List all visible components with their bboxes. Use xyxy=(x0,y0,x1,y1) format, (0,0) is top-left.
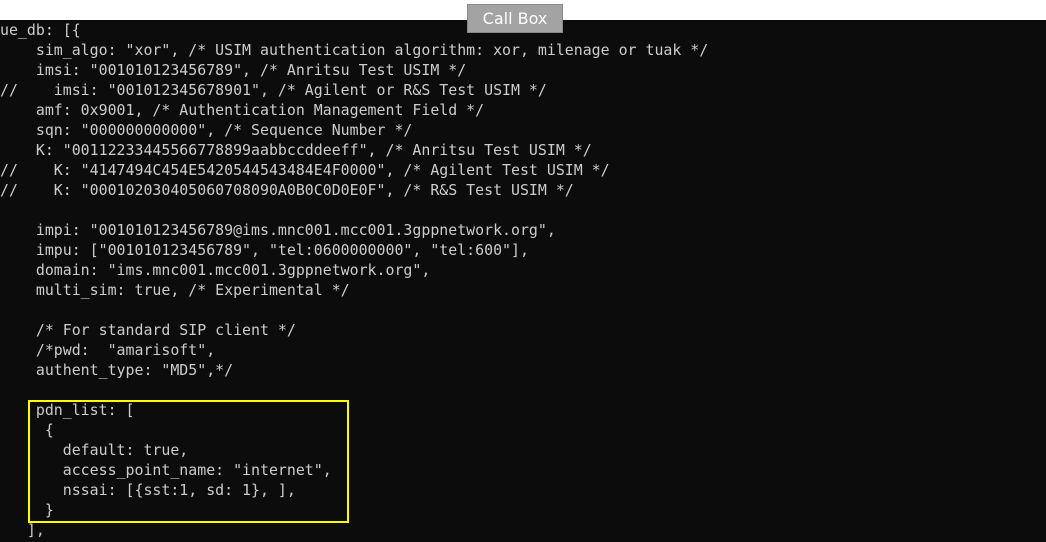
code-line: ], xyxy=(0,521,45,539)
code-line: impi: "001010123456789@ims.mnc001.mcc001… xyxy=(0,221,556,239)
code-line: /* For standard SIP client */ xyxy=(0,321,296,339)
code-line: ue_db: [{ xyxy=(0,21,81,39)
code-line: // K: "000102030405060708090A0B0C0D0E0F"… xyxy=(0,181,574,199)
code-line: pdn_list: [ xyxy=(0,401,135,419)
code-line: nssai: [{sst:1, sd: 1}, ], xyxy=(0,481,296,499)
code-line: amf: 0x9001, /* Authentication Managemen… xyxy=(0,101,485,119)
code-line: multi_sim: true, /* Experimental */ xyxy=(0,281,350,299)
call-box-button[interactable]: Call Box xyxy=(467,4,563,33)
code-line: access_point_name: "internet", xyxy=(0,461,332,479)
code-line: domain: "ims.mnc001.mcc001.3gppnetwork.o… xyxy=(0,261,431,279)
code-line: imsi: "001010123456789", /* Anritsu Test… xyxy=(0,61,467,79)
code-line: sqn: "000000000000", /* Sequence Number … xyxy=(0,121,413,139)
code-line: } xyxy=(0,501,54,519)
code-line: authent_type: "MD5",*/ xyxy=(0,361,234,379)
config-code: ue_db: [{ sim_algo: "xor", /* USIM authe… xyxy=(0,20,708,540)
code-line: default: true, xyxy=(0,441,189,459)
terminal-console: ue_db: [{ sim_algo: "xor", /* USIM authe… xyxy=(0,20,1046,542)
code-line: { xyxy=(0,421,54,439)
code-line: K: "00112233445566778899aabbccddeeff", /… xyxy=(0,141,592,159)
code-line: // imsi: "001012345678901", /* Agilent o… xyxy=(0,81,547,99)
code-line: sim_algo: "xor", /* USIM authentication … xyxy=(0,41,709,59)
code-line: /*pwd: "amarisoft", xyxy=(0,341,216,359)
code-line: // K: "4147494C454E5420544543484E4F0000"… xyxy=(0,161,610,179)
code-line: impu: ["001010123456789", "tel:060000000… xyxy=(0,241,529,259)
